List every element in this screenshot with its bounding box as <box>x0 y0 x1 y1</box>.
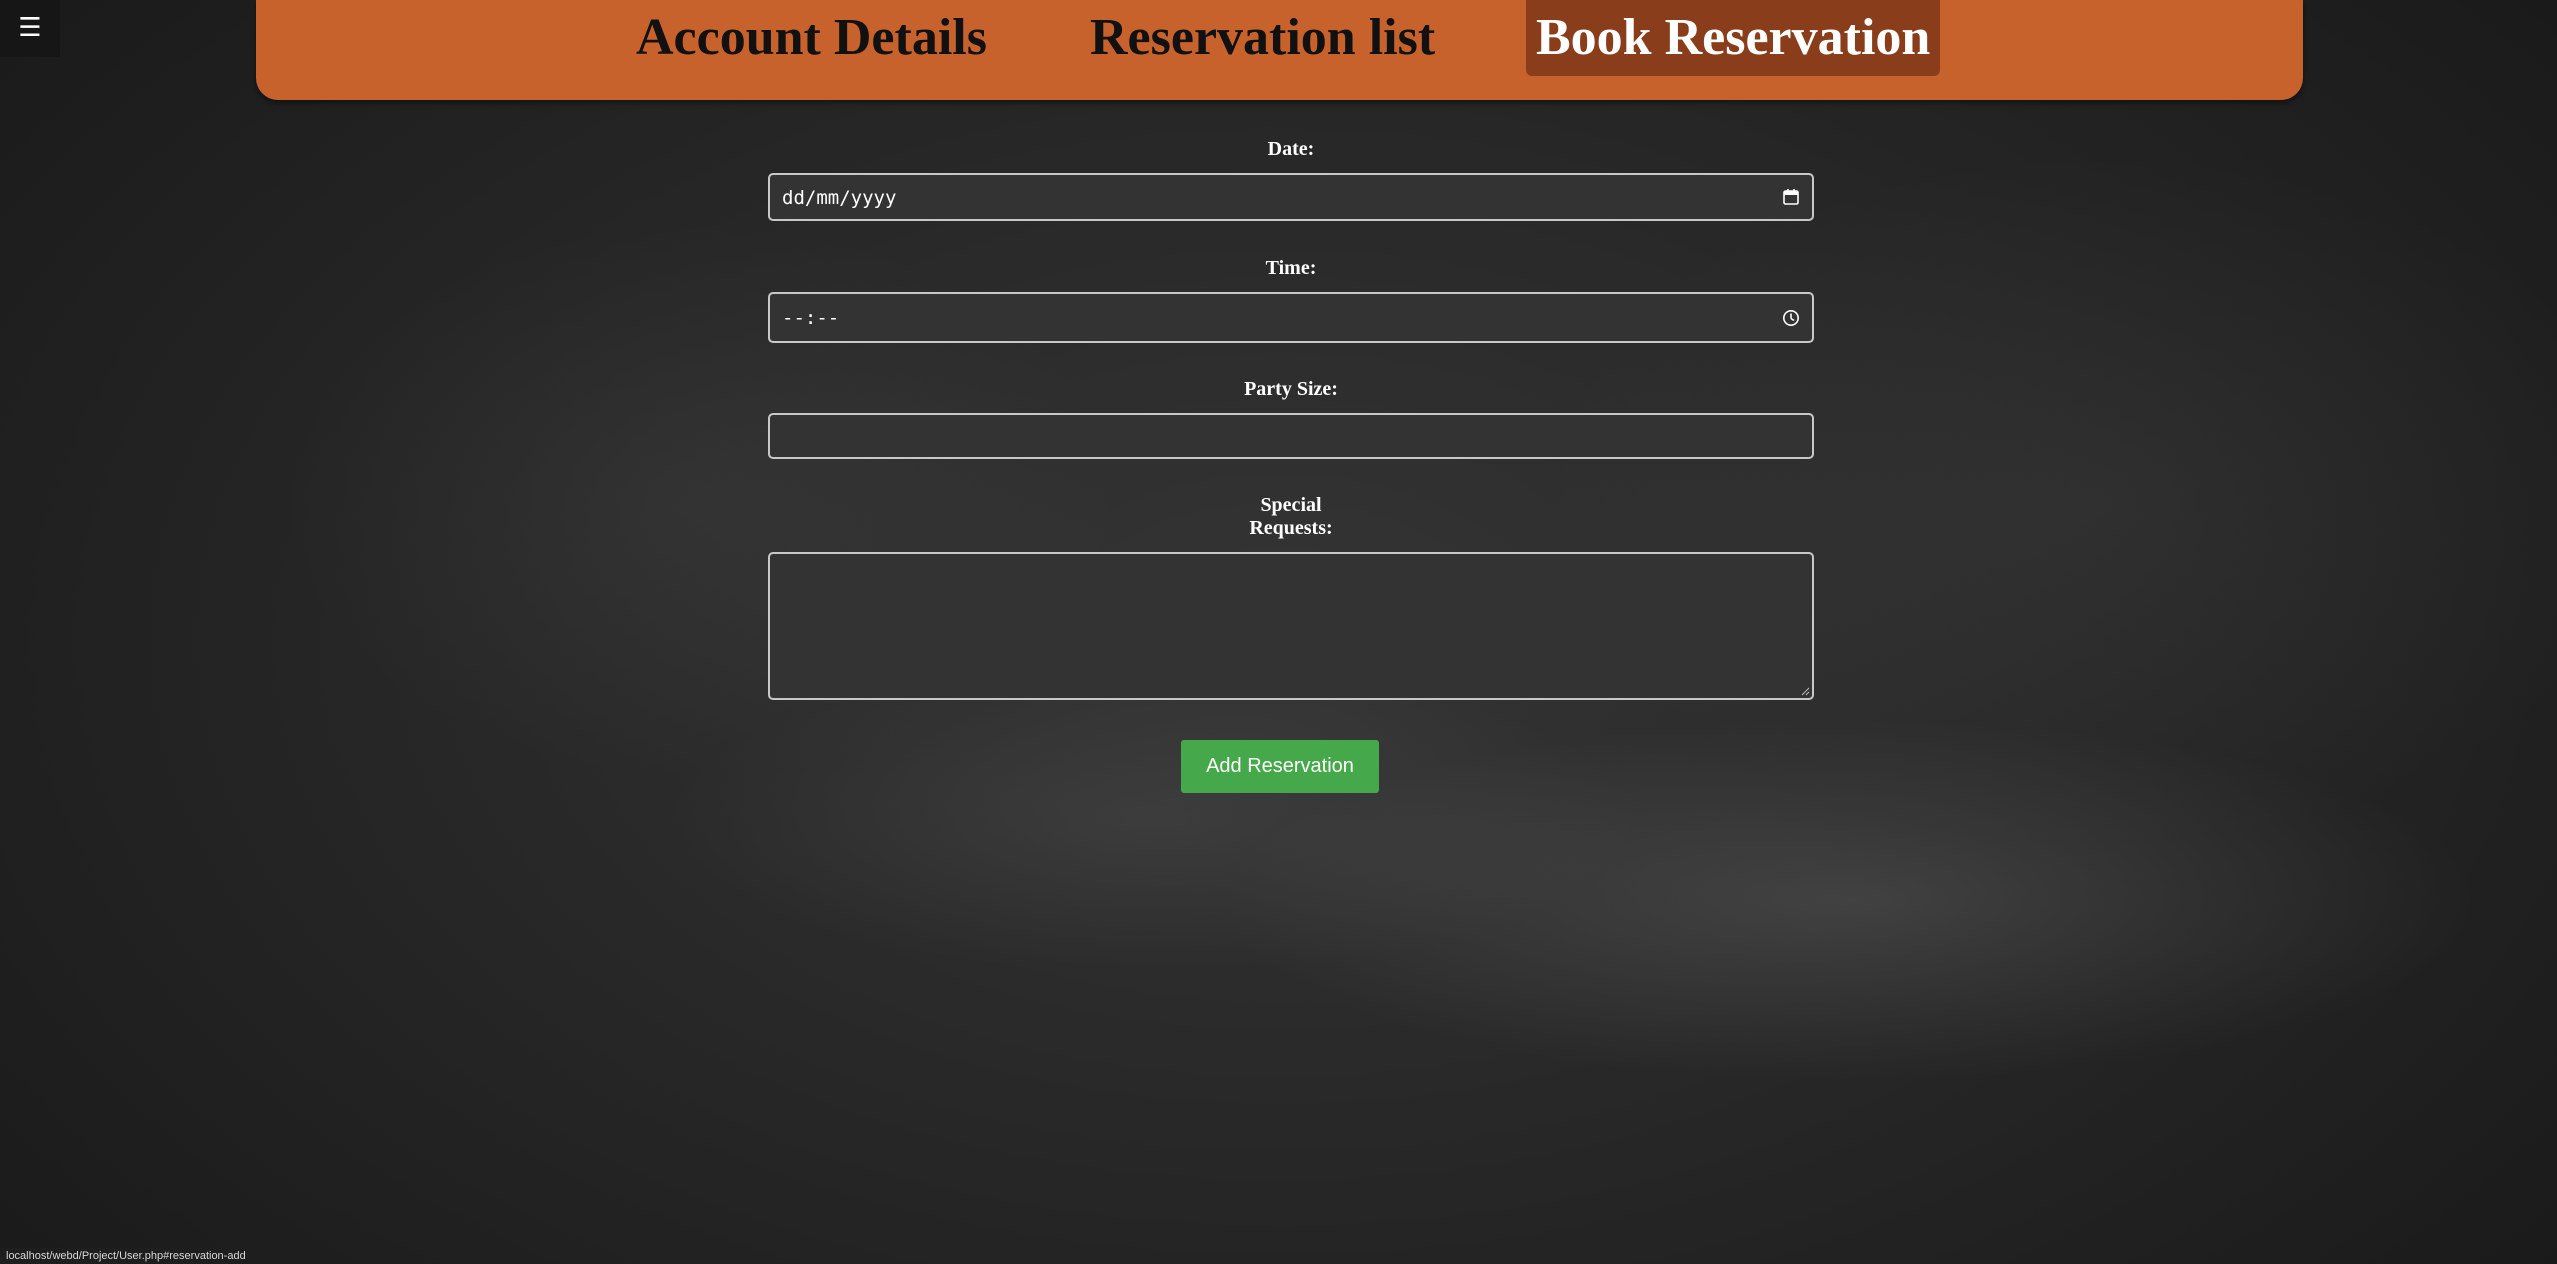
hamburger-menu-icon: ☰ <box>18 13 42 43</box>
special-requests-label-line2: Requests: <box>1249 517 1333 539</box>
date-input[interactable]: dd/mm/yyyy <box>768 173 1814 221</box>
special-requests-label-line1: Special <box>1260 494 1322 516</box>
time-input-placeholder: --:-- <box>782 307 840 329</box>
nav-account-details[interactable]: Account Details <box>636 0 987 76</box>
special-requests-label: Special Requests: <box>1231 494 1351 540</box>
party-size-input[interactable] <box>768 413 1814 459</box>
party-size-label: Party Size: <box>1244 378 1338 400</box>
browser-status-bar: localhost/webd/Project/User.php#reservat… <box>0 1248 252 1264</box>
clock-icon[interactable] <box>1782 309 1800 327</box>
time-input[interactable]: --:-- <box>768 292 1814 343</box>
special-requests-textarea[interactable] <box>768 552 1814 700</box>
nav-book-reservation[interactable]: Book Reservation <box>1526 0 1941 76</box>
date-input-placeholder: dd/mm/yyyy <box>782 187 897 209</box>
top-navigation-bar: Account Details Reservation list Book Re… <box>256 0 2303 100</box>
calendar-icon[interactable] <box>1782 188 1800 206</box>
time-label: Time: <box>1265 257 1317 279</box>
date-label: Date: <box>1267 138 1315 160</box>
nav-reservation-list[interactable]: Reservation list <box>1090 0 1435 76</box>
resize-grip-icon[interactable] <box>1800 686 1810 696</box>
add-reservation-button[interactable]: Add Reservation <box>1181 740 1379 793</box>
menu-toggle-button[interactable]: ☰ <box>0 0 60 57</box>
